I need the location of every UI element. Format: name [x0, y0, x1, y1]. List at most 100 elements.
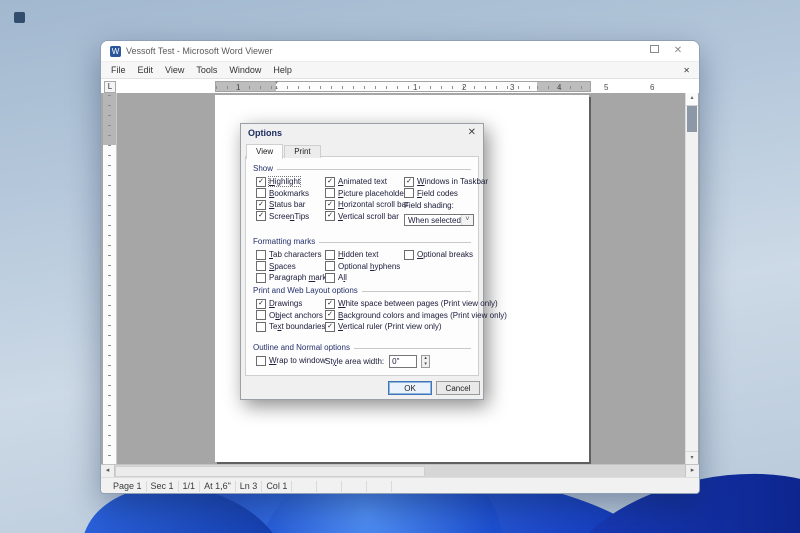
checkbox-label: Picture placeholders: [338, 188, 411, 198]
field-shading-label: Field shading:: [404, 201, 454, 210]
dialog-button-strip: OK Cancel: [241, 377, 483, 399]
checkbox-label: Background colors and images (Print view…: [338, 310, 507, 320]
checkbox-screentips[interactable]: ✓ ScreenTips: [256, 211, 309, 223]
checkbox-wrap-to-window[interactable]: Wrap to window: [256, 355, 326, 367]
menu-item-edit[interactable]: Edit: [132, 65, 160, 75]
checkbox-tab-characters[interactable]: Tab characters: [256, 249, 330, 261]
ruler-number: 5: [604, 83, 609, 92]
vertical-ruler[interactable]: [103, 93, 117, 464]
checkbox-text-boundaries[interactable]: Text boundaries: [256, 321, 325, 333]
vertical-scroll-thumb[interactable]: [687, 106, 697, 132]
checked-checkbox-icon: ✓: [325, 211, 335, 222]
ruler-number: 6: [650, 83, 655, 92]
dialog-tab-view[interactable]: View: [246, 144, 284, 159]
status-cell-empty: [292, 480, 318, 492]
checkbox-drawings[interactable]: ✓ Drawings: [256, 298, 325, 310]
checkbox-windows-in-taskbar[interactable]: ✓ Windows in Taskbar: [404, 176, 488, 188]
horizontal-scrollbar[interactable]: ◂ ▸: [101, 464, 699, 478]
checked-checkbox-icon: ✓: [256, 199, 266, 210]
word-app-icon: W: [110, 45, 121, 57]
checkbox-white-space-between-pages-print-view-only[interactable]: ✓ White space between pages (Print view o…: [325, 298, 507, 310]
desktop: W Vessoft Test - Microsoft Word Viewer ✕…: [0, 0, 800, 533]
checkbox-vertical-scroll-bar[interactable]: ✓ Vertical scroll bar: [325, 211, 411, 223]
ruler-number: 1: [236, 83, 241, 92]
desktop-icon[interactable]: [14, 12, 25, 23]
checkbox-label: Tab characters: [269, 250, 322, 260]
checked-checkbox-icon: ✓: [325, 199, 335, 210]
style-area-width-spinner[interactable]: ▴ ▾: [421, 355, 431, 368]
unchecked-checkbox-icon: [325, 188, 335, 199]
dialog-panel: Show ✓ Highlight Bookmarks ✓ Status bar ✓ Scree…: [245, 156, 507, 376]
chevron-down-icon: ˅: [460, 215, 473, 225]
menu-item-view[interactable]: View: [159, 65, 190, 75]
ruler-number: 3: [510, 83, 515, 92]
dialog-tab-print[interactable]: Print: [284, 145, 321, 158]
menu-item-tools[interactable]: Tools: [190, 65, 223, 75]
horizontal-scroll-thumb[interactable]: [115, 466, 425, 477]
checkbox-optional-hyphens[interactable]: Optional hyphens: [325, 261, 400, 273]
horizontal-ruler[interactable]: ▾ ▴ 1 1 2 3 4 5 6: [215, 81, 654, 92]
checkbox-object-anchors[interactable]: Object anchors: [256, 310, 325, 322]
group-separator-line: [277, 168, 471, 170]
checkbox-background-colors-and-images-print-view-only[interactable]: ✓ Background colors and images (Print vie…: [325, 310, 507, 322]
checkbox-label: Optional hyphens: [338, 261, 401, 271]
checked-checkbox-icon: ✓: [325, 298, 335, 309]
status-cell-col: Col 1: [262, 480, 293, 492]
dialog-close-icon[interactable]: ✕: [468, 125, 476, 141]
options-dialog: Options ✕ View Print Show ✓ Highlight Bookma…: [240, 123, 507, 400]
checkbox-animated-text[interactable]: ✓ Animated text: [325, 176, 411, 188]
maximize-icon: [649, 45, 659, 53]
menu-item-file[interactable]: File: [105, 65, 132, 75]
field-shading-select[interactable]: When selected ˅: [404, 214, 474, 226]
tab-stop-selector[interactable]: L: [104, 81, 116, 93]
style-area-width-input[interactable]: 0": [389, 355, 418, 368]
checkbox-optional-breaks[interactable]: Optional breaks: [404, 249, 473, 261]
checkbox-all[interactable]: All: [325, 272, 400, 284]
unchecked-checkbox-icon: [325, 249, 335, 260]
maximize-button[interactable]: [642, 42, 666, 60]
checked-checkbox-icon: ✓: [404, 176, 414, 187]
status-cell-at: At 1,6": [200, 480, 236, 492]
field-shading-value: When selected: [408, 215, 461, 225]
checkbox-label: Horizontal scroll bar: [338, 200, 409, 210]
indent-marker-icon[interactable]: ▾ ▴: [273, 81, 280, 92]
checkbox-bookmarks[interactable]: Bookmarks: [256, 188, 309, 200]
checkbox-horizontal-scroll-bar[interactable]: ✓ Horizontal scroll bar: [325, 199, 411, 211]
checkbox-status-bar[interactable]: ✓ Status bar: [256, 199, 309, 211]
ruler-number: 2: [462, 83, 467, 92]
unchecked-checkbox-icon: [256, 249, 266, 260]
checkbox-highlight[interactable]: ✓ Highlight: [256, 176, 309, 188]
document-close-icon[interactable]: ✕: [683, 66, 695, 75]
status-cell-ln: Ln 3: [236, 480, 263, 492]
checkbox-vertical-ruler-print-view-only[interactable]: ✓ Vertical ruler (Print view only): [325, 321, 507, 333]
checkbox-field-codes[interactable]: Field codes: [404, 188, 488, 200]
cancel-button[interactable]: Cancel: [436, 381, 480, 395]
unchecked-checkbox-icon: [256, 261, 266, 272]
scroll-up-icon[interactable]: ▴: [686, 93, 698, 106]
unchecked-checkbox-icon: [325, 272, 335, 283]
group-title: Formatting marks: [253, 237, 316, 246]
close-button[interactable]: ✕: [666, 42, 690, 60]
checkbox-spaces[interactable]: Spaces: [256, 261, 330, 273]
checkbox-label: All: [338, 273, 347, 283]
dialog-group-show: Show ✓ Highlight Bookmarks ✓ Status bar ✓ Scree…: [253, 164, 488, 226]
menu-item-help[interactable]: Help: [267, 65, 298, 75]
checkbox-label: White space between pages (Print view on…: [338, 299, 498, 309]
dialog-tabs: View Print: [246, 144, 322, 159]
scroll-down-icon[interactable]: ▾: [686, 451, 698, 464]
checkbox-hidden-text[interactable]: Hidden text: [325, 249, 400, 261]
unchecked-checkbox-icon: [256, 355, 266, 366]
vertical-scrollbar[interactable]: ▴ ▾: [685, 93, 698, 464]
ruler-number: 4: [557, 83, 562, 92]
menu-item-window[interactable]: Window: [223, 65, 267, 75]
checkbox-paragraph-marks[interactable]: Paragraph marks: [256, 272, 330, 284]
ok-button[interactable]: OK: [388, 381, 432, 395]
checkbox-picture-placeholders[interactable]: Picture placeholders: [325, 188, 411, 200]
checkbox-label: ScreenTips: [269, 211, 310, 221]
status-cell-page: Page 1: [109, 480, 147, 492]
checkbox-label: Status bar: [269, 200, 306, 210]
close-icon: ✕: [673, 45, 683, 56]
spinner-down-icon[interactable]: ▾: [422, 361, 429, 368]
dialog-title: Options: [248, 128, 282, 138]
checkbox-label: Object anchors: [269, 310, 323, 320]
